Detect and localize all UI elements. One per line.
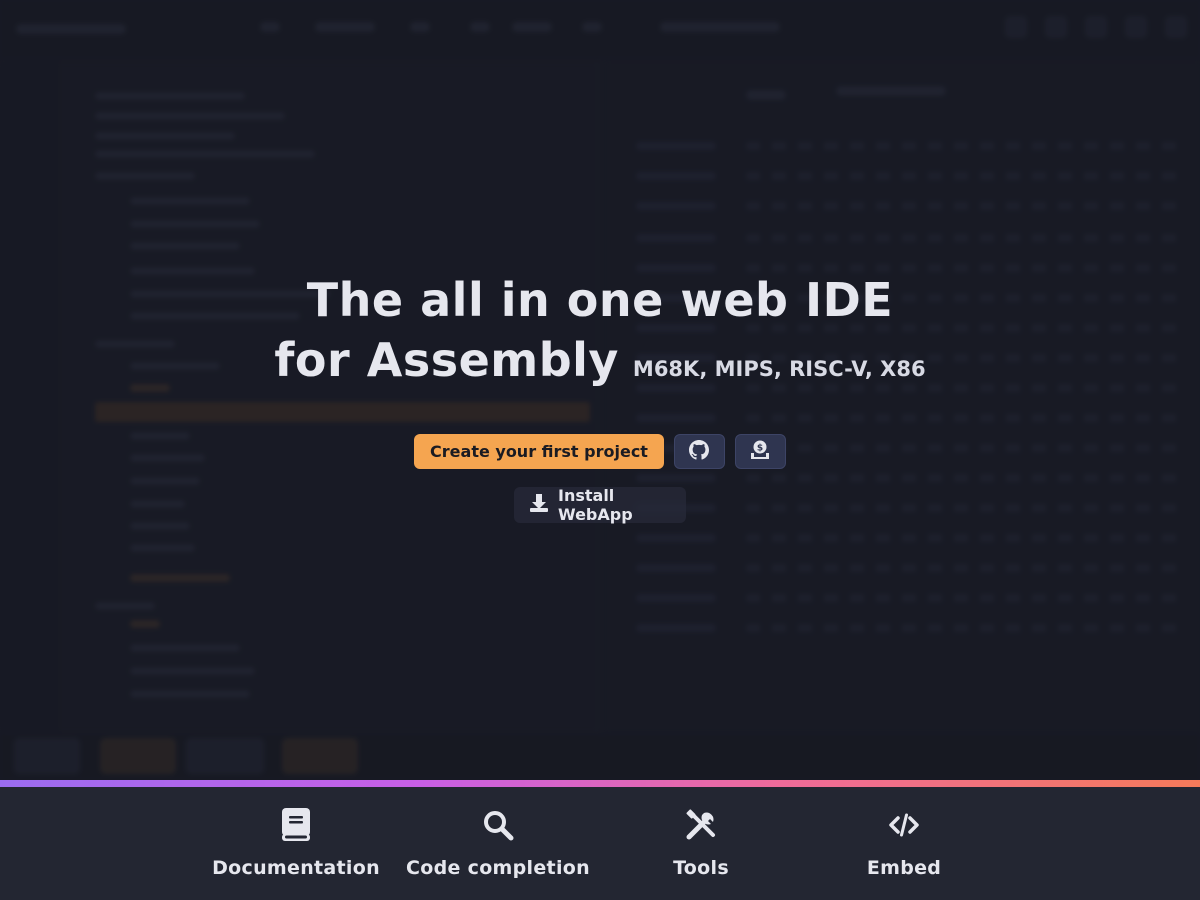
hero-title-line2: for Assembly M68K, MIPS, RISC-V, X86 xyxy=(0,330,1200,399)
download-icon xyxy=(528,492,550,518)
tools-icon xyxy=(601,805,801,845)
install-webapp-label: Install WebApp xyxy=(558,486,633,524)
feature-documentation[interactable]: Documentation xyxy=(196,805,396,879)
svg-text:$: $ xyxy=(757,443,763,453)
book-icon xyxy=(196,805,396,845)
hero-title-assembly: for Assembly xyxy=(274,333,619,387)
feature-code-completion-label: Code completion xyxy=(406,857,590,879)
feature-code-completion[interactable]: Code completion xyxy=(398,805,598,879)
feature-embed[interactable]: Embed xyxy=(804,805,1004,879)
code-icon xyxy=(804,805,1004,845)
donate-icon: $ xyxy=(749,439,771,465)
create-project-button[interactable]: Create your first project xyxy=(414,434,664,469)
github-button[interactable] xyxy=(673,434,725,469)
donate-button[interactable]: $ xyxy=(734,434,786,469)
hero-architectures: M68K, MIPS, RISC-V, X86 xyxy=(632,357,926,381)
search-icon xyxy=(398,805,598,845)
install-webapp-button[interactable]: Install WebApp xyxy=(514,486,686,524)
feature-embed-label: Embed xyxy=(866,857,942,879)
gradient-separator xyxy=(0,780,1200,787)
hero: The all in one web IDE for Assembly M68K… xyxy=(0,270,1200,399)
hero-actions: Create your first project $ xyxy=(0,434,1200,469)
github-icon xyxy=(689,439,710,464)
hero-title-line1: The all in one web IDE xyxy=(306,273,894,327)
features-bar: Documentation Code completion Tools Embe… xyxy=(0,787,1200,900)
feature-tools-label: Tools xyxy=(673,857,729,879)
feature-tools[interactable]: Tools xyxy=(601,805,801,879)
feature-documentation-label: Documentation xyxy=(212,857,380,879)
